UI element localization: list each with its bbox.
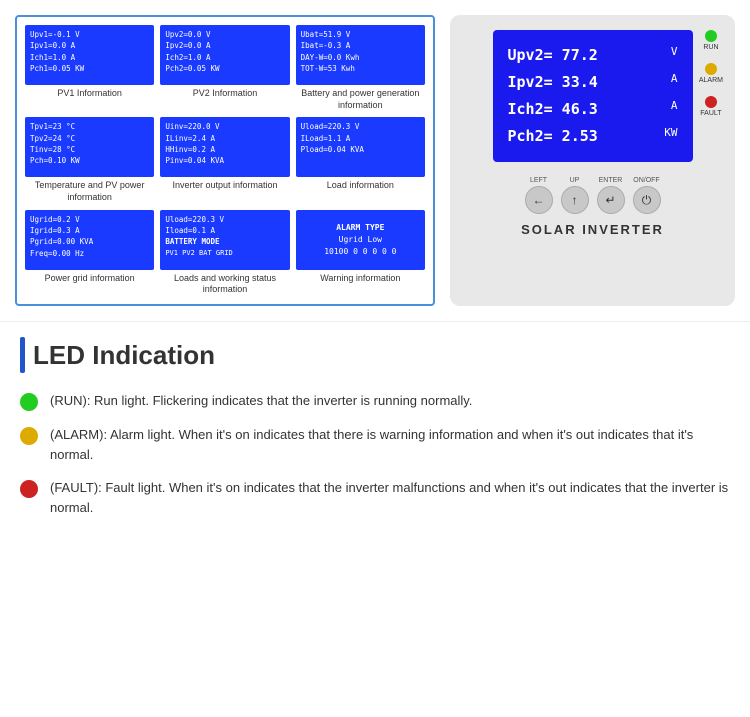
info-panel-battery: Ubat=51.9 VIbat=-0.3 ADAY-W=0.0 KwhTOT-W…	[296, 25, 425, 111]
info-panel-pv1: Upv1=-0.1 VIpv1=0.0 AIch1=1.0 APch1=0.05…	[25, 25, 154, 111]
screen-label-battery: Battery and power generation information	[296, 88, 425, 111]
btn-label-on/off: ON/OFF	[633, 177, 659, 184]
inverter-device: Upv2= 77.2VIpv2= 33.4AIch2= 46.3APch2= 2…	[450, 15, 735, 306]
device-led-dot-run	[705, 30, 717, 42]
led-description-red: (FAULT): Fault light. When it's on indic…	[50, 478, 730, 517]
btn-label-enter: ENTER	[599, 177, 623, 184]
inverter-buttons: LEFT ← UP ↑ ENTER ↵ ON/OFF ⏻	[525, 177, 661, 214]
nav-btn-on/off[interactable]: ⏻	[633, 186, 661, 214]
screen-data-row: Upv2= 77.2V	[508, 42, 678, 69]
led-item-red: (FAULT): Fault light. When it's on indic…	[20, 478, 730, 517]
info-panel-pv2: Upv2=0.0 VIpv2=0.0 AIch2=1.0 APch2=0.05 …	[160, 25, 289, 111]
screen-label-loads-working: Loads and working status information	[160, 273, 289, 296]
info-panel-inverter-output: Uinv=220.0 VILinv=2.4 AHHinv=0.2 APinv=0…	[160, 117, 289, 203]
led-description-green: (RUN): Run light. Flickering indicates t…	[50, 391, 472, 411]
btn-group-enter: ENTER ↵	[597, 177, 625, 214]
screen-label-power-grid: Power grid information	[25, 273, 154, 285]
info-panel-temp: Tpv1=23 °CTpv2=24 °CTinv=28 °CPch=0.10 K…	[25, 117, 154, 203]
device-led-label-alarm: ALARM	[699, 77, 723, 84]
screen-temp: Tpv1=23 °CTpv2=24 °CTinv=28 °CPch=0.10 K…	[25, 117, 154, 177]
device-led-label-run: RUN	[703, 44, 718, 51]
led-circle-green	[20, 393, 38, 411]
screen-label-warning: Warning information	[296, 273, 425, 285]
screen-data-row: Ipv2= 33.4A	[508, 69, 678, 96]
info-panel-load: Uload=220.3 VILoad=1.1 APload=0.04 KVA Lo…	[296, 117, 425, 203]
led-section-header: LED Indication	[20, 337, 730, 373]
screen-label-load: Load information	[296, 180, 425, 192]
led-circle-yellow	[20, 427, 38, 445]
screen-label-pv2: PV2 Information	[160, 88, 289, 100]
inverter-title: SOLAR INVERTER	[521, 222, 664, 237]
nav-btn-up[interactable]: ↑	[561, 186, 589, 214]
screen-label-temp: Temperature and PV power information	[25, 180, 154, 203]
led-description-yellow: (ALARM): Alarm light. When it's on indic…	[50, 425, 730, 464]
screen-inverter-output: Uinv=220.0 VILinv=2.4 AHHinv=0.2 APinv=0…	[160, 117, 289, 177]
btn-label-left: LEFT	[530, 177, 547, 184]
info-panel-power-grid: Ugrid=0.2 VIgrid=0.3 APgrid=0.00 KVAFreq…	[25, 210, 154, 296]
led-circle-red	[20, 480, 38, 498]
screen-label-inverter-output: Inverter output information	[160, 180, 289, 192]
device-led-dot-alarm	[705, 63, 717, 75]
device-led-fault: FAULT	[700, 96, 721, 117]
led-item-green: (RUN): Run light. Flickering indicates t…	[20, 391, 730, 411]
screen-battery: Ubat=51.9 VIbat=-0.3 ADAY-W=0.0 KwhTOT-W…	[296, 25, 425, 85]
info-panel-loads-working: Uload=220.3 VIload=0.1 ABATTERY MODEPV1 …	[160, 210, 289, 296]
screen-pv2: Upv2=0.0 VIpv2=0.0 AIch2=1.0 APch2=0.05 …	[160, 25, 289, 85]
screen-pv1: Upv1=-0.1 VIpv1=0.0 AIch1=1.0 APch1=0.05…	[25, 25, 154, 85]
btn-group-on/off: ON/OFF ⏻	[633, 177, 661, 214]
screen-loads-working: Uload=220.3 VIload=0.1 ABATTERY MODEPV1 …	[160, 210, 289, 270]
info-panels-grid: Upv1=-0.1 VIpv1=0.0 AIch1=1.0 APch1=0.05…	[15, 15, 435, 306]
nav-btn-enter[interactable]: ↵	[597, 186, 625, 214]
device-led-dot-fault	[705, 96, 717, 108]
led-section: LED Indication (RUN): Run light. Flicker…	[0, 321, 750, 546]
led-section-bar	[20, 337, 25, 373]
device-led-alarm: ALARM	[699, 63, 723, 84]
screen-warning: ALARM TYPEUgrid Low10100 0 0 0 0 0	[296, 210, 425, 270]
btn-label-up: UP	[570, 177, 580, 184]
screen-data-row: Pch2= 2.53KW	[508, 123, 678, 150]
info-panel-warning: ALARM TYPEUgrid Low10100 0 0 0 0 0 Warnin…	[296, 210, 425, 296]
led-items-container: (RUN): Run light. Flickering indicates t…	[20, 391, 730, 517]
screen-load: Uload=220.3 VILoad=1.1 APload=0.04 KVA	[296, 117, 425, 177]
screen-label-pv1: PV1 Information	[25, 88, 154, 100]
inverter-screen: Upv2= 77.2VIpv2= 33.4AIch2= 46.3APch2= 2…	[493, 30, 693, 162]
nav-btn-left[interactable]: ←	[525, 186, 553, 214]
top-section: Upv1=-0.1 VIpv1=0.0 AIch1=1.0 APch1=0.05…	[0, 0, 750, 321]
screen-data-row: Ich2= 46.3A	[508, 96, 678, 123]
device-led-run: RUN	[703, 30, 718, 51]
screen-power-grid: Ugrid=0.2 VIgrid=0.3 APgrid=0.00 KVAFreq…	[25, 210, 154, 270]
btn-group-up: UP ↑	[561, 177, 589, 214]
led-section-title: LED Indication	[33, 340, 215, 371]
device-led-label-fault: FAULT	[700, 110, 721, 117]
led-item-yellow: (ALARM): Alarm light. When it's on indic…	[20, 425, 730, 464]
led-indicators: RUN ALARM FAULT	[699, 30, 723, 117]
btn-group-left: LEFT ←	[525, 177, 553, 214]
